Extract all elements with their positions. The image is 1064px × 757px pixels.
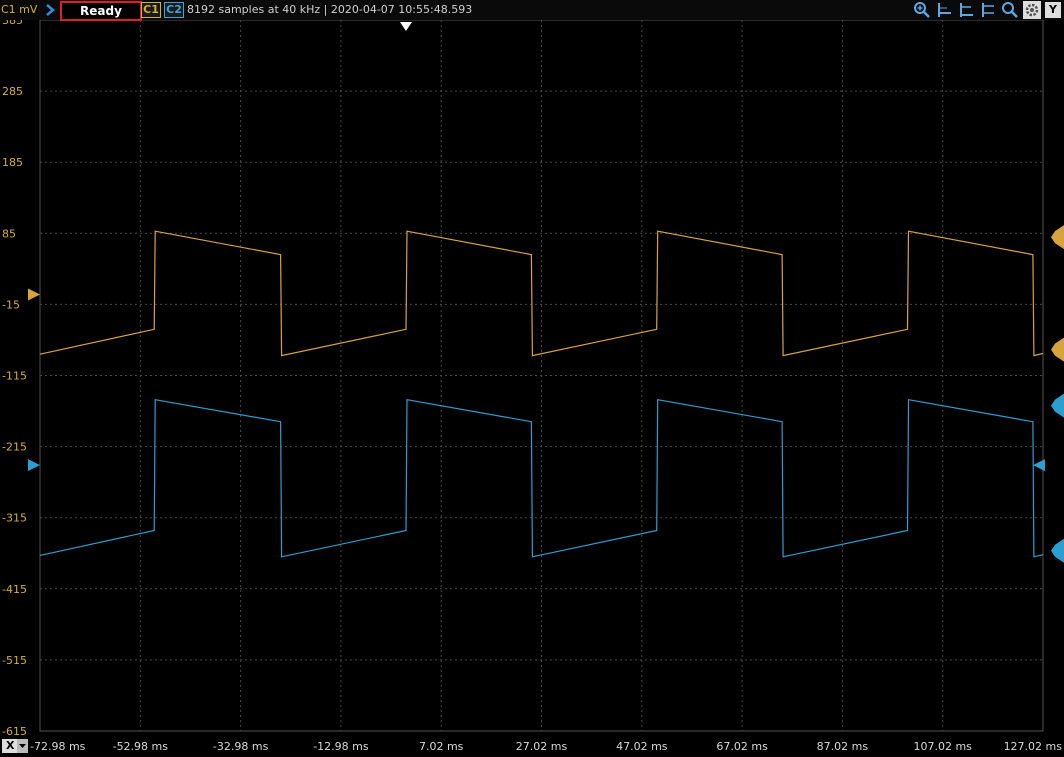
x-tick-label: -32.98 ms xyxy=(213,740,269,753)
y-tick-label: -615 xyxy=(2,725,27,738)
x-axis-dropdown[interactable]: X xyxy=(2,739,28,753)
cursor-pair-icon[interactable] xyxy=(979,1,997,19)
zoom-fit-icon[interactable] xyxy=(1001,1,1019,19)
run-arrow-icon[interactable] xyxy=(44,2,56,18)
chevron-down-icon xyxy=(17,739,28,753)
zoom-in-icon[interactable] xyxy=(913,1,931,19)
y-tick-label: 185 xyxy=(2,156,23,169)
y-tick-label: 285 xyxy=(2,85,23,98)
grid xyxy=(39,19,1044,732)
c2-offset-marker[interactable] xyxy=(28,459,40,472)
x-axis-ticks: -72.98 ms -52.98 ms -32.98 ms -12.98 ms 7.02… xyxy=(30,740,1062,753)
x-tick-label: 87.02 ms xyxy=(817,740,869,753)
cursor-vertical-icon[interactable] xyxy=(957,1,975,19)
y-tick-label: 85 xyxy=(2,227,16,240)
channel-1-button[interactable]: C1 xyxy=(141,2,161,18)
x-axis-dropdown-label: X xyxy=(6,739,15,752)
cursor-horizontal-icon[interactable] xyxy=(935,1,953,19)
x-tick-label: 47.02 ms xyxy=(616,740,668,753)
status-indicator[interactable]: Ready xyxy=(60,1,142,21)
toolbar: C1 mV Ready C1 C2 8192 samples at 40 kHz… xyxy=(0,0,1064,21)
x-tick-label: 127.02 ms xyxy=(1004,740,1063,753)
c2-histogram-low xyxy=(1051,538,1064,563)
channel-2-button[interactable]: C2 xyxy=(164,2,184,18)
x-tick-label: -12.98 ms xyxy=(313,740,369,753)
c2-right-marker[interactable] xyxy=(1033,459,1045,472)
channel-unit-label: C1 mV xyxy=(1,3,38,16)
x-tick-label: 67.02 ms xyxy=(716,740,768,753)
c1-histogram-high xyxy=(1051,225,1064,250)
c2-histogram-high xyxy=(1051,393,1064,418)
settings-icon[interactable] xyxy=(1023,1,1041,19)
x-tick-label: 107.02 ms xyxy=(913,740,972,753)
y-axis-button[interactable]: Y xyxy=(1045,2,1061,18)
y-tick-label: -215 xyxy=(2,441,27,454)
y-tick-label: -315 xyxy=(2,512,27,525)
y-tick-label: -115 xyxy=(2,370,27,383)
c1-offset-marker[interactable] xyxy=(28,288,40,301)
y-tick-label: -515 xyxy=(2,654,27,667)
y-tick-label: -15 xyxy=(2,298,20,311)
y-tick-label: -415 xyxy=(2,583,27,596)
series-line-c2 xyxy=(39,398,1044,558)
y-axis-ticks: 38528518585-15-115-215-315-415-515-615 xyxy=(2,14,27,738)
acquisition-info: 8192 samples at 40 kHz | 2020-04-07 10:5… xyxy=(187,3,473,16)
x-tick-label: 7.02 ms xyxy=(419,740,464,753)
c1-histogram-low xyxy=(1051,337,1064,362)
waveform-plot[interactable]: 38528518585-15-115-215-315-415-515-615 -… xyxy=(0,0,1064,756)
x-tick-label: -72.98 ms xyxy=(30,740,86,753)
x-tick-label: 27.02 ms xyxy=(516,740,568,753)
trigger-marker[interactable] xyxy=(399,22,412,31)
channel-markers[interactable] xyxy=(28,22,1064,563)
x-tick-label: -52.98 ms xyxy=(113,740,169,753)
